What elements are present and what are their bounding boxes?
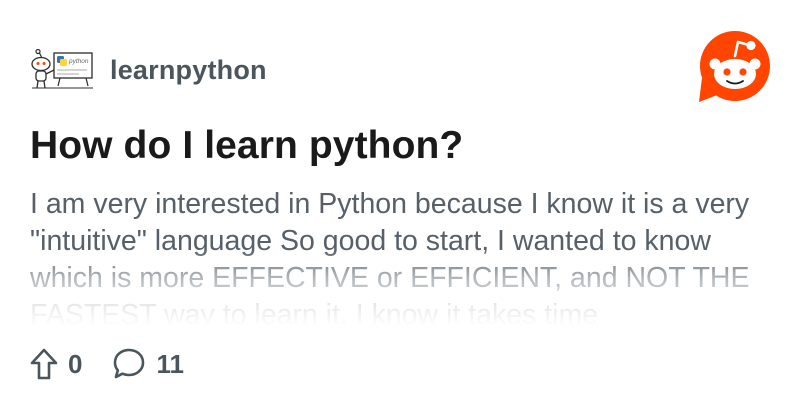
reddit-logo-icon[interactable] (698, 30, 772, 104)
comment-bubble-icon (114, 348, 145, 379)
post-body: I am very interested in Python because I… (30, 186, 790, 326)
post-header: python learnpython (27, 40, 267, 100)
post-footer: 0 11 (30, 344, 184, 384)
svg-text:python: python (68, 58, 89, 65)
comments-button[interactable]: 11 (112, 347, 184, 381)
upvote-button[interactable]: 0 (30, 348, 82, 380)
comment-count: 11 (156, 348, 184, 379)
post-body-text: I am very interested in Python because I… (30, 188, 750, 326)
upvote-arrow-icon (30, 348, 58, 380)
upvote-count: 0 (68, 348, 83, 379)
post-card[interactable]: python learnpython How do I learn python… (0, 0, 800, 419)
subreddit-name[interactable]: learnpython (110, 55, 267, 86)
python-snoo-icon[interactable]: python (27, 48, 95, 92)
post-title[interactable]: How do I learn python? (30, 124, 463, 168)
